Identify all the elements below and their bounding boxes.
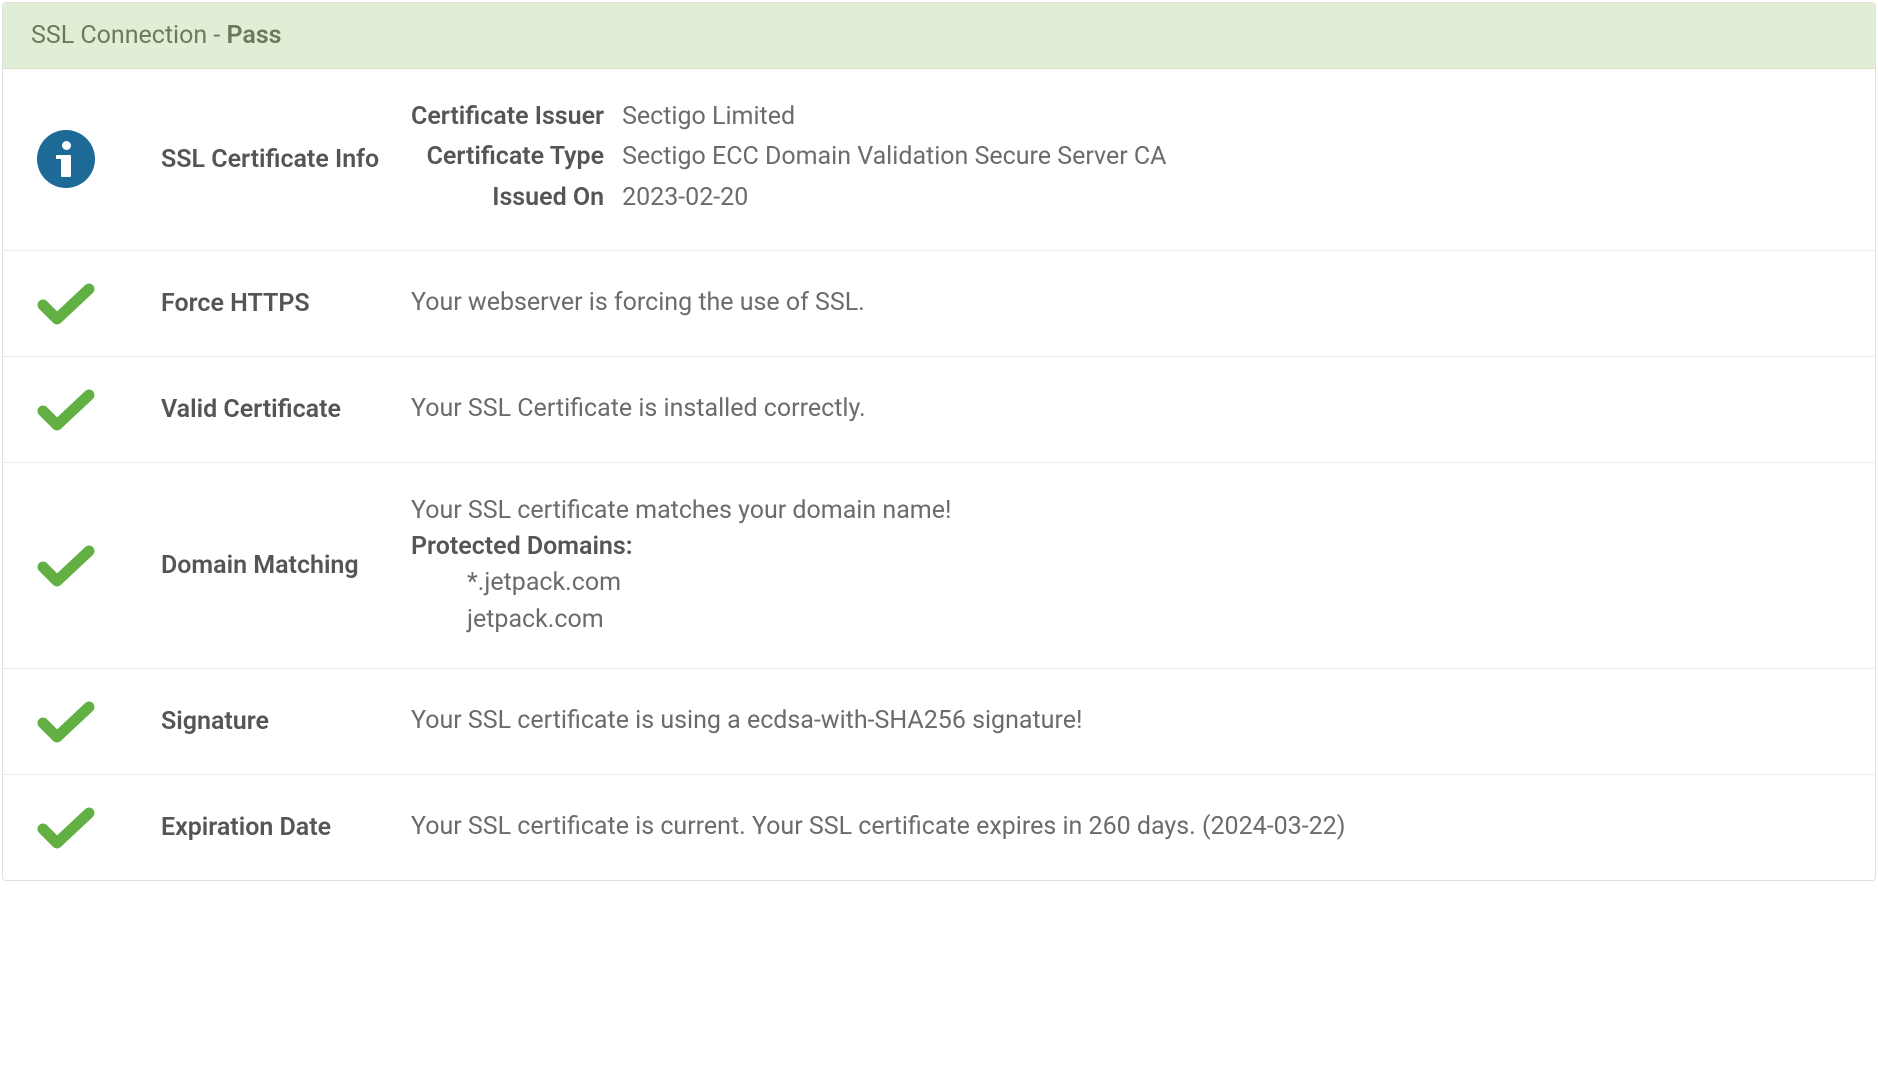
check-icon — [37, 805, 95, 850]
row-label: SSL Certificate Info — [161, 145, 411, 174]
check-icon — [37, 543, 95, 588]
panel-title: SSL Connection - — [31, 21, 226, 50]
row-label: Force HTTPS — [161, 289, 411, 318]
check-icon — [37, 281, 95, 326]
ssl-connection-panel: SSL Connection - Pass SSL Certificate In… — [2, 2, 1876, 881]
cert-type-label: Certificate Type — [411, 139, 622, 179]
row-domain-matching: Domain Matching Your SSL certificate mat… — [3, 463, 1875, 669]
panel-header: SSL Connection - Pass — [3, 3, 1875, 69]
row-valid-certificate: Valid Certificate Your SSL Certificate i… — [3, 357, 1875, 463]
row-content: Your SSL certificate is current. Your SS… — [411, 809, 1847, 845]
row-label: Valid Certificate — [161, 395, 411, 424]
icon-col — [31, 699, 161, 744]
row-label: Expiration Date — [161, 813, 411, 842]
panel-status: Pass — [226, 21, 281, 50]
icon-col — [31, 130, 161, 188]
cert-issuer-label: Certificate Issuer — [411, 99, 622, 139]
icon-col — [31, 805, 161, 850]
row-label: Signature — [161, 707, 411, 736]
issued-on-label: Issued On — [411, 180, 622, 220]
row-content: Your SSL certificate is using a ecdsa-wi… — [411, 703, 1847, 739]
row-ssl-cert-info: SSL Certificate Info Certificate Issuer … — [3, 69, 1875, 251]
row-expiration-date: Expiration Date Your SSL certificate is … — [3, 775, 1875, 880]
icon-col — [31, 387, 161, 432]
cert-type-value: Sectigo ECC Domain Validation Secure Ser… — [622, 139, 1166, 179]
check-icon — [37, 387, 95, 432]
row-content: Certificate Issuer Sectigo Limited Certi… — [411, 99, 1847, 220]
protected-domains-label: Protected Domains: — [411, 529, 1847, 565]
row-force-https: Force HTTPS Your webserver is forcing th… — [3, 251, 1875, 357]
info-icon — [37, 130, 95, 188]
issued-on-value: 2023-02-20 — [622, 180, 1166, 220]
row-label: Domain Matching — [161, 551, 411, 580]
check-icon — [37, 699, 95, 744]
icon-col — [31, 543, 161, 588]
row-content: Your webserver is forcing the use of SSL… — [411, 285, 1847, 321]
row-content: Your SSL Certificate is installed correc… — [411, 391, 1847, 427]
row-signature: Signature Your SSL certificate is using … — [3, 669, 1875, 775]
domain-matching-message: Your SSL certificate matches your domain… — [411, 493, 1847, 529]
row-content: Your SSL certificate matches your domain… — [411, 493, 1847, 638]
icon-col — [31, 281, 161, 326]
protected-domain: jetpack.com — [467, 602, 1847, 638]
cert-issuer-value: Sectigo Limited — [622, 99, 1166, 139]
protected-domain: *.jetpack.com — [467, 565, 1847, 601]
